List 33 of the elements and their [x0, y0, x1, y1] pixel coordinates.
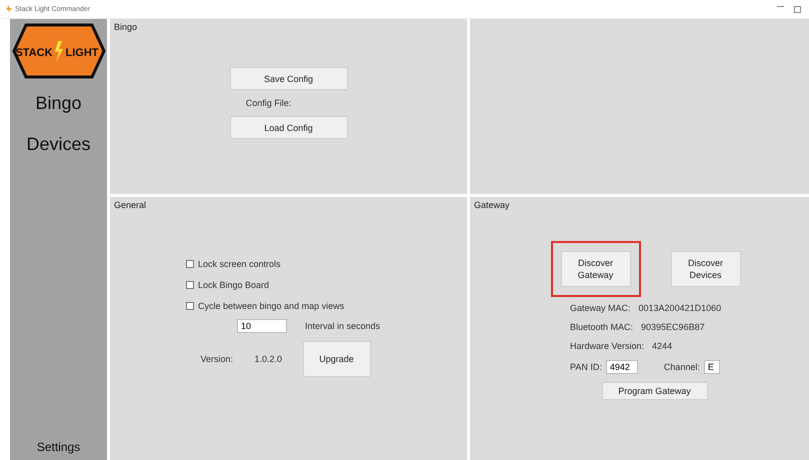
info-value: 4244 — [652, 341, 672, 351]
channel-field[interactable]: E — [704, 360, 720, 374]
nav-item[interactable]: Bingo — [35, 93, 82, 114]
maximize-icon[interactable] — [794, 6, 801, 12]
pan-id-field[interactable]: 4942 — [606, 360, 638, 374]
panel-title: Gateway — [474, 200, 510, 210]
info-label: Gateway MAC: — [570, 303, 631, 313]
info-value: 90395EC96B87 — [641, 322, 705, 332]
load-config-button[interactable]: Load Config — [230, 116, 348, 139]
config-file-label: Config File: — [246, 98, 292, 108]
program-gateway-button[interactable]: Program Gateway — [602, 382, 708, 400]
interval-label: Interval in seconds — [304, 321, 380, 331]
discover-button[interactable]: Discover Devices — [670, 251, 740, 287]
version-label: Version: — [200, 354, 234, 364]
save-config-button[interactable]: Save Config — [230, 67, 348, 90]
panel-title: Bingo — [114, 22, 138, 32]
checkbox[interactable] — [186, 302, 194, 310]
channel-label: Channel: — [664, 362, 700, 372]
settings-link[interactable]: Settings — [36, 440, 80, 454]
panel-title: General — [114, 200, 146, 210]
info-label: Hardware Version: — [570, 341, 644, 351]
pan-id-label: PAN ID: — [570, 362, 602, 372]
version-value: 1.0.2.0 — [254, 354, 284, 364]
discover-button[interactable]: Discover Gateway — [560, 251, 630, 287]
logo: STACK LIGHT — [12, 21, 106, 81]
app-icon — [6, 5, 12, 13]
interval-field[interactable]: 10 — [236, 319, 287, 333]
checkbox[interactable] — [186, 281, 194, 289]
nav-item[interactable]: Devices — [26, 134, 91, 155]
checkbox[interactable] — [186, 260, 194, 268]
info-label: Bluetooth MAC: — [570, 322, 634, 332]
info-value: 0013A200421D1060 — [638, 303, 722, 313]
upgrade-button[interactable]: Upgrade — [302, 341, 370, 377]
